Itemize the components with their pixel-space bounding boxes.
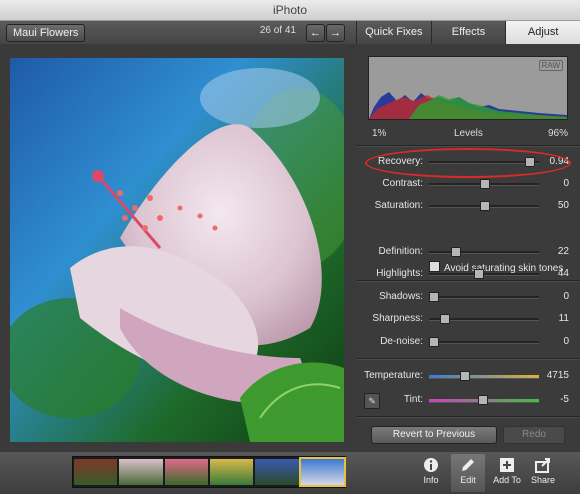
slider-row-saturation: Saturation: 50 xyxy=(357,199,580,213)
slider-track[interactable] xyxy=(429,371,539,381)
edit-tabs: Quick Fixes Effects Adjust xyxy=(356,21,580,44)
slider-track[interactable] xyxy=(429,201,539,211)
slider-value: 0 xyxy=(563,336,569,347)
edit-button[interactable]: Edit xyxy=(451,454,485,492)
slider-label: Saturation: xyxy=(374,200,423,211)
recovery-highlight-ellipse xyxy=(365,148,571,178)
share-label: Share xyxy=(530,475,556,485)
slider-row-de-noise: De-noise: 0 xyxy=(357,335,580,349)
raw-badge: RAW xyxy=(538,60,563,71)
slider-thumb[interactable] xyxy=(480,179,490,189)
slider-track[interactable] xyxy=(429,292,539,302)
album-button[interactable]: Maui Flowers xyxy=(6,24,86,42)
next-photo-button[interactable]: → xyxy=(326,24,345,42)
histogram-graph xyxy=(369,92,567,119)
slider-label: Contrast: xyxy=(382,178,423,189)
add-to-label: Add To xyxy=(493,475,521,485)
slider-value: 50 xyxy=(557,200,569,211)
share-button[interactable]: Share xyxy=(526,454,560,492)
slider-thumb[interactable] xyxy=(480,201,490,211)
filmstrip-thumbnail[interactable] xyxy=(119,459,163,485)
histogram: RAW xyxy=(368,56,568,120)
slider-track[interactable] xyxy=(429,179,539,189)
slider-track[interactable] xyxy=(429,337,539,347)
divider xyxy=(357,145,580,147)
levels-row: 1% Levels 96% xyxy=(368,128,568,140)
slider-thumb[interactable] xyxy=(440,314,451,324)
slider-row-contrast: Contrast: 0 xyxy=(357,177,580,191)
slider-track[interactable] xyxy=(429,314,539,324)
slider-row-definition: Definition: 22 xyxy=(357,245,580,259)
previous-photo-button[interactable]: ← xyxy=(306,24,325,42)
slider-value: -5 xyxy=(560,394,569,405)
filmstrip-thumbnail[interactable] xyxy=(74,459,118,485)
window-title: iPhoto xyxy=(0,0,580,21)
slider-track[interactable] xyxy=(429,269,539,279)
slider-thumb[interactable] xyxy=(429,292,439,302)
levels-white-point: 96% xyxy=(547,128,568,139)
slider-value: 0 xyxy=(563,291,569,302)
slider-row-shadows: Shadows: 0 xyxy=(357,290,580,304)
slider-thumb[interactable] xyxy=(477,395,488,405)
plus-icon xyxy=(500,458,514,472)
photo-counter: 26 of 41 xyxy=(259,25,296,36)
slider-label: Highlights: xyxy=(376,268,423,279)
slider-track[interactable] xyxy=(429,395,539,405)
filmstrip-thumbnail[interactable] xyxy=(255,459,299,485)
filmstrip-thumbnail-selected[interactable] xyxy=(298,457,346,487)
slider-row-sharpness: Sharpness: 11 xyxy=(357,312,580,326)
add-to-button[interactable]: Add To xyxy=(490,454,524,492)
bottom-toolbar: Info Edit Add To Share xyxy=(0,452,580,494)
share-icon xyxy=(535,458,550,473)
slider-label: Shadows: xyxy=(379,291,423,302)
top-toolbar: Maui Flowers 26 of 41 ← → Quick Fixes Ef… xyxy=(0,21,580,44)
levels-label: Levels xyxy=(454,128,483,139)
eyedropper-icon[interactable]: ✎ xyxy=(364,393,380,409)
adjust-panel: RAW 1% Levels 96% Recovery: 0.94 Contrast:… xyxy=(357,44,580,450)
slider-row-temperature: Temperature: 4715 xyxy=(357,369,580,383)
filmstrip-thumbnail[interactable] xyxy=(209,459,254,485)
slider-label: Sharpness: xyxy=(372,313,423,324)
slider-thumb[interactable] xyxy=(429,337,439,347)
levels-black-point: 1% xyxy=(372,128,387,139)
slider-value: 22 xyxy=(557,246,569,257)
tab-effects[interactable]: Effects xyxy=(430,21,506,44)
slider-row-tint: Tint: -5 xyxy=(357,393,580,407)
slider-track[interactable] xyxy=(429,247,539,257)
tab-adjust[interactable]: Adjust xyxy=(505,21,580,44)
slider-label: De-noise: xyxy=(380,336,423,347)
edit-label: Edit xyxy=(460,475,476,485)
slider-thumb[interactable] xyxy=(451,247,462,257)
slider-label: Temperature: xyxy=(364,370,423,381)
flower-photo xyxy=(10,58,344,442)
divider xyxy=(357,416,580,418)
slider-label: Definition: xyxy=(378,246,423,257)
info-label: Info xyxy=(423,475,439,485)
filmstrip-thumbnail[interactable] xyxy=(164,459,208,485)
photo-viewer xyxy=(10,58,344,442)
slider-row-highlights: Highlights: 44 xyxy=(357,267,580,281)
tab-quick-fixes[interactable]: Quick Fixes xyxy=(356,21,431,44)
redo-button[interactable]: Redo xyxy=(503,426,565,444)
slider-thumb[interactable] xyxy=(473,269,484,279)
slider-value: 0 xyxy=(563,178,569,189)
iphoto-window: iPhoto Maui Flowers 26 of 41 ← → Quick F… xyxy=(0,0,580,494)
divider xyxy=(357,358,580,360)
filmstrip[interactable] xyxy=(72,456,346,488)
pencil-icon xyxy=(462,459,474,471)
slider-thumb[interactable] xyxy=(459,371,470,381)
info-icon xyxy=(424,458,438,472)
revert-to-previous-button[interactable]: Revert to Previous xyxy=(371,426,497,444)
slider-value: 4715 xyxy=(546,370,569,381)
slider-value: 44 xyxy=(557,268,569,279)
slider-value: 11 xyxy=(558,313,569,324)
info-button[interactable]: Info xyxy=(414,454,448,492)
